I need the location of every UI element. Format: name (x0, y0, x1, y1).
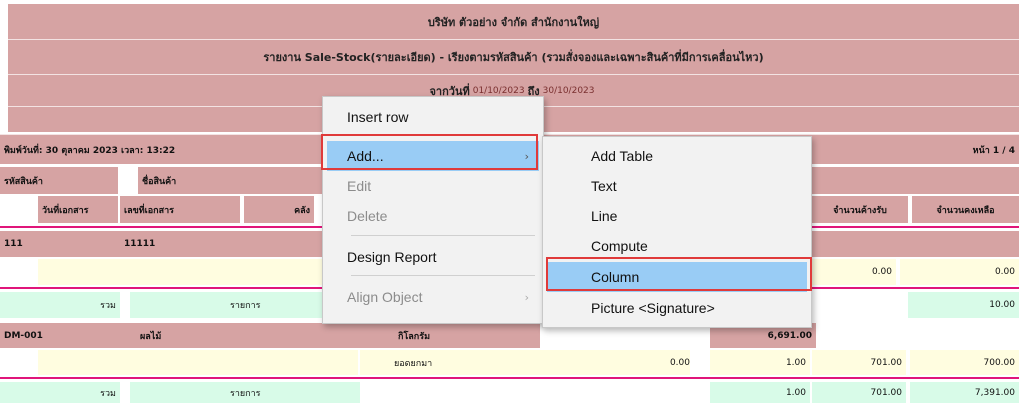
submenu-item-label: Compute (591, 238, 648, 254)
group1-sum-label: รวม (0, 292, 120, 318)
group1-detail-v1: 0.00 (806, 259, 896, 285)
header-row1-right (806, 167, 1019, 194)
group2-sum-v1: 1.00 (710, 382, 810, 403)
date-to: 30/10/2023 (542, 85, 595, 96)
col-warehouse: คลัง (244, 196, 314, 223)
col-product-code: รหัสสินค้า (0, 167, 118, 194)
company-line: บริษัท ตัวอย่าง จำกัด สำนักงานใหญ่ (427, 15, 600, 29)
carry-v1: 0.00 (669, 357, 690, 368)
menu-item-align-object[interactable]: Align Object › (327, 282, 539, 312)
group1-detail-row-left (38, 259, 328, 285)
group1-items-label: รายการ (130, 292, 326, 318)
group2-separator (0, 377, 1019, 379)
carry-v2: 1.00 (710, 350, 810, 375)
group1-detail-v2: 0.00 (900, 259, 1019, 285)
date-from: 01/10/2023 (472, 85, 525, 96)
submenu-item-text[interactable]: Text (547, 171, 807, 201)
col-doc-date: วันที่เอกสาร (38, 196, 118, 223)
group2-sum-v3: 7,391.00 (910, 382, 1019, 403)
col-doc-no: เลขที่เอกสาร (120, 196, 240, 223)
context-menu: Insert row Add... › Edit Delete Design R… (322, 96, 544, 324)
col-balance: จำนวนคงเหลือ (912, 196, 1019, 223)
carry-row-left (38, 350, 358, 375)
group1-code: 111 (0, 231, 120, 257)
submenu-item-line[interactable]: Line (547, 201, 807, 231)
add-submenu: Add Table Text Line Compute Column Pictu… (542, 136, 812, 328)
submenu-item-picture-signature[interactable]: Picture <Signature> (547, 293, 807, 323)
chevron-right-icon: › (524, 290, 529, 304)
menu-separator (351, 275, 535, 276)
col-product-name: ชื่อสินค้า (138, 167, 328, 194)
submenu-item-label: Text (591, 178, 617, 194)
col-pending-receive: จำนวนค้างรับ (812, 196, 908, 223)
group2-unit: กิโลกรัม (360, 323, 540, 348)
menu-item-edit[interactable]: Edit (327, 171, 539, 201)
group2-code: DM-001 (0, 323, 120, 348)
group1-right-band (806, 231, 1019, 257)
company-header: บริษัท ตัวอย่าง จำกัด สำนักงานใหญ่ (8, 4, 1019, 40)
menu-item-delete[interactable]: Delete (327, 201, 539, 231)
submenu-item-label: Column (591, 269, 640, 285)
menu-separator (351, 134, 535, 135)
submenu-item-compute[interactable]: Compute (547, 231, 807, 261)
chevron-right-icon: › (524, 149, 529, 163)
submenu-item-label: Add Table (591, 148, 654, 164)
carry-v3: 701.00 (812, 350, 906, 375)
menu-item-label: Delete (347, 208, 388, 224)
submenu-item-label: Picture <Signature> (591, 300, 715, 316)
page-number: หน้า 1 / 4 (972, 145, 1015, 156)
submenu-item-label: Line (591, 208, 618, 224)
menu-item-label: Insert row (347, 109, 409, 125)
menu-item-design-report[interactable]: Design Report (327, 242, 539, 272)
menu-item-insert-row[interactable]: Insert row (327, 102, 539, 132)
group1-name: 11111 (120, 231, 330, 257)
menu-item-label: Add... (347, 148, 384, 164)
menu-item-label: Edit (347, 178, 372, 194)
submenu-item-add-table[interactable]: Add Table (547, 141, 807, 171)
group2-sum-label: รวม (0, 382, 120, 403)
menu-item-label: Align Object (347, 289, 423, 305)
menu-item-label: Design Report (347, 249, 437, 265)
menu-separator (351, 235, 535, 236)
carry-v4: 700.00 (910, 350, 1019, 375)
title-header: รายงาน Sale-Stock(รายละเอียด) - เรียงตาม… (8, 40, 1019, 75)
group1-sum-balance: 10.00 (908, 292, 1019, 318)
group2-name: ผลไม้ (120, 323, 360, 348)
group2-items-label: รายการ (130, 382, 360, 403)
menu-item-add[interactable]: Add... › (327, 141, 539, 171)
submenu-item-column[interactable]: Column (547, 262, 807, 292)
group2-sum-v2: 701.00 (812, 382, 906, 403)
report-title: รายงาน Sale-Stock(รายละเอียด) - เรียงตาม… (263, 51, 764, 64)
printed-at: พิมพ์วันที่: 30 ตุลาคม 2023 เวลา: 13:22 (4, 145, 176, 156)
